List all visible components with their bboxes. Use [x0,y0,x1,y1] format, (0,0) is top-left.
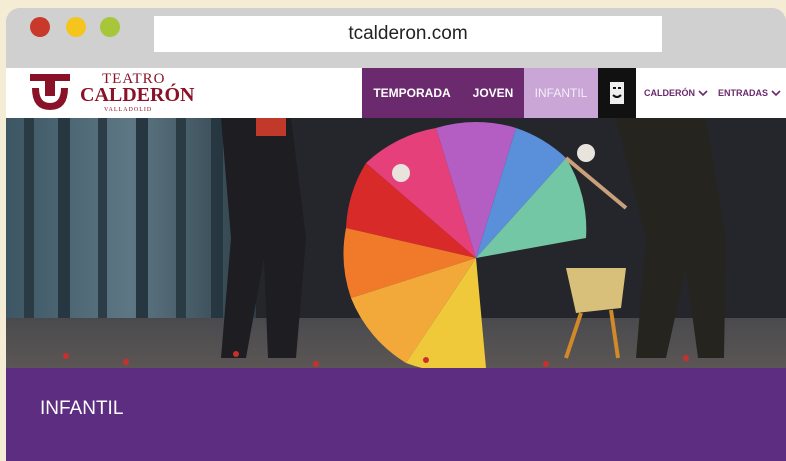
minimize-window-button[interactable] [66,17,86,37]
nav-tab-label: JOVEN [472,86,514,100]
nav-menu-label: CALDERÓN [644,88,695,98]
nav-tab-joven[interactable]: JOVEN [462,68,524,118]
browser-titlebar: tcalderon.com [6,8,786,68]
nav-tab-infantil[interactable]: INFANTIL [524,68,598,118]
maximize-window-button[interactable] [100,17,120,37]
url-text: tcalderon.com [348,23,468,44]
close-window-button[interactable] [30,17,50,37]
chevron-down-icon [698,90,708,97]
hero-image [6,118,786,368]
mask-icon [610,82,624,104]
site-logo[interactable]: TEATRO CALDERÓN VALLADOLID [80,72,195,114]
nav-menu-label: ENTRADAS [718,88,769,98]
section-title: INFANTIL [40,398,124,419]
nav-tab-mask[interactable] [598,68,636,118]
browser-window: tcalderon.com TEATRO CALDERÓN VALLADOLID… [6,8,786,461]
address-bar[interactable]: tcalderon.com [154,16,662,52]
nav-tab-label: INFANTIL [534,86,588,100]
hero-illustration [6,118,786,368]
logo-line-2: CALDERÓN [80,84,195,106]
logo-line-3: VALLADOLID [104,107,153,113]
teatro-calderon-logo-icon[interactable] [30,74,70,112]
nav-menu-calderon[interactable]: CALDERÓN [644,68,708,118]
section-banner: INFANTIL [6,368,786,461]
chevron-down-icon [771,90,781,97]
nav-tab-temporada[interactable]: TEMPORADA [362,68,462,118]
nav-menu-entradas[interactable]: ENTRADAS [718,68,781,118]
nav-tab-label: TEMPORADA [373,86,451,100]
site-header: TEATRO CALDERÓN VALLADOLID TEMPORADA JOV… [6,68,786,118]
